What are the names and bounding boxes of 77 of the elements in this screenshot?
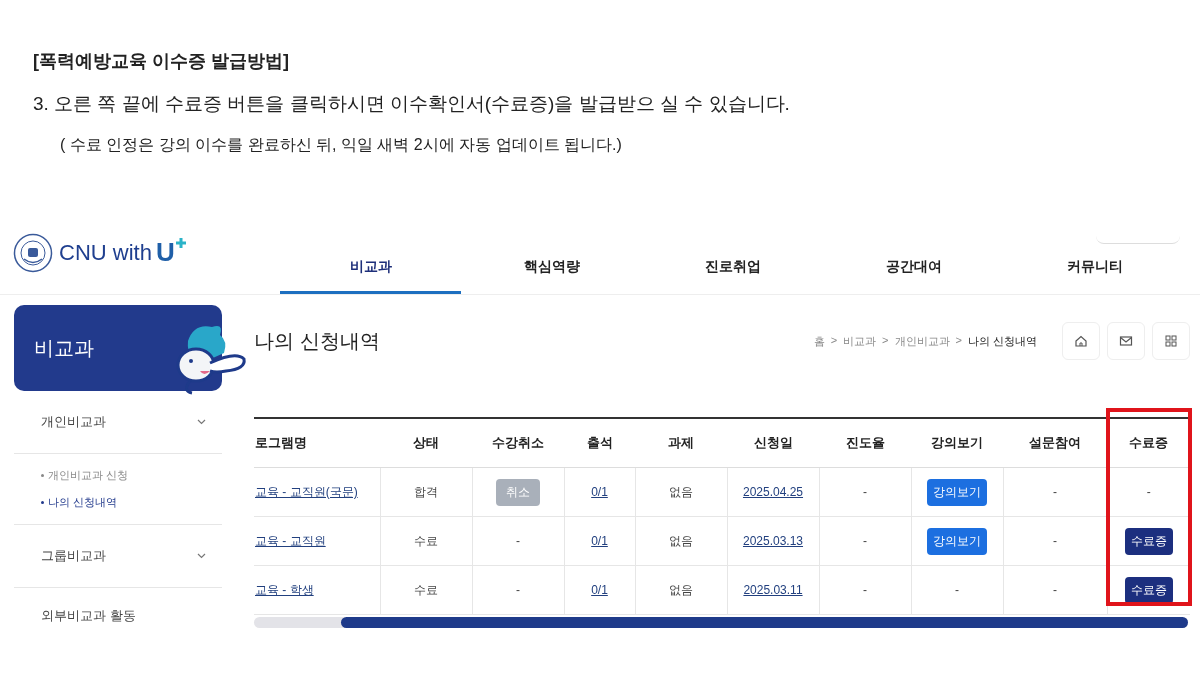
grid-icon — [1163, 333, 1179, 349]
chevron-down-icon — [197, 419, 206, 425]
chevron-down-icon — [197, 553, 206, 559]
breadcrumb-item[interactable]: 홈 — [813, 333, 825, 349]
table-link[interactable]: 2025.03.11 — [743, 583, 803, 597]
table-cell: - — [1053, 583, 1057, 597]
sidebar-menu-item[interactable]: 그룹비교과 — [14, 525, 222, 588]
menu-label: 개인비교과 — [41, 413, 106, 431]
breadcrumb-item[interactable]: 나의 신청내역 — [967, 333, 1037, 349]
table-cell: - — [863, 583, 867, 597]
table-cell: 수료 — [414, 582, 438, 597]
table-link[interactable]: 0/1 — [591, 534, 608, 548]
breadcrumb-separator: > — [830, 333, 838, 348]
table-cell: - — [863, 485, 867, 499]
table-link[interactable]: 교육 - 학생 — [255, 582, 314, 597]
sidebar-title: 비교과 — [34, 335, 94, 361]
table-link[interactable]: 교육 - 교직원 — [255, 533, 326, 548]
watch-lecture-button[interactable]: 강의보기 — [927, 478, 987, 506]
breadcrumb-item[interactable]: 비교과 — [843, 333, 877, 349]
watch-lecture-button[interactable]: 강의보기 — [927, 527, 987, 555]
instruction-text: 3. 오른 쪽 끝에 수료증 버튼을 클릭하시면 이수확인서(수료증)을 발급받으 실 수 있습니다. — [33, 94, 790, 113]
mail-icon — [1118, 333, 1134, 349]
table-cell: 없음 — [669, 533, 693, 548]
table-cell: 수료 — [414, 533, 438, 548]
column-header: 상태 — [380, 418, 472, 468]
table-cell: - — [516, 583, 520, 597]
breadcrumb-item[interactable]: 개인비교과 — [894, 333, 950, 349]
column-header: 신청일 — [727, 418, 819, 468]
column-header: 로그램명 — [254, 418, 380, 468]
table-cell: - — [955, 583, 959, 597]
table-link[interactable]: 0/1 — [591, 485, 608, 499]
column-header: 과제 — [635, 418, 727, 468]
note-text: ( 수료 인정은 강의 이수를 완료하신 뒤, 익일 새벽 2시에 자동 업데이트 됩니다.) — [60, 137, 622, 153]
table-cell: 없음 — [669, 484, 693, 499]
logo-text: CNU with — [59, 239, 152, 266]
table-link[interactable]: 2025.04.25 — [742, 485, 804, 499]
breadcrumb-separator: > — [882, 333, 889, 348]
table-link[interactable]: 교육 - 교직원(국문) — [255, 484, 358, 499]
table-cell: - — [516, 534, 520, 548]
column-header: 수강취소 — [472, 418, 564, 468]
table-link[interactable]: 0/1 — [591, 583, 608, 597]
logo-mark: U — [155, 237, 187, 268]
submenu-item[interactable]: 나의 신청내역 — [41, 495, 222, 510]
breadcrumb-separator: > — [955, 333, 962, 348]
table-cell: 없음 — [669, 582, 693, 597]
certificate-button[interactable]: 수료증 — [1124, 576, 1173, 604]
nav-tab[interactable]: 비교과 — [280, 233, 461, 294]
plus-icon — [174, 237, 187, 249]
table-cell: - — [1053, 485, 1057, 499]
bullet-icon — [41, 501, 44, 504]
bullet-icon — [41, 474, 44, 477]
university-emblem-icon — [13, 232, 53, 273]
home-button[interactable] — [1062, 322, 1100, 360]
table-cell: - — [1146, 485, 1151, 499]
column-header: 출석 — [564, 418, 635, 468]
submenu-item[interactable]: 개인비교과 신청 — [41, 468, 222, 483]
menu-label: 그룹비교과 — [41, 547, 106, 565]
certificate-button[interactable]: 수료증 — [1124, 527, 1173, 555]
column-header: 강의보기 — [911, 418, 1003, 468]
column-header: 설문참여 — [1003, 418, 1107, 468]
table-cell: 합격 — [414, 484, 438, 499]
column-header: 수료증 — [1107, 418, 1190, 468]
table-cell: - — [863, 534, 867, 548]
table-link[interactable]: 2025.03.13 — [742, 534, 804, 548]
page-title: 나의 신청내역 — [254, 328, 381, 354]
home-icon — [1073, 333, 1089, 349]
sidebar-menu-item[interactable]: 외부비교과 활동 — [14, 588, 222, 644]
nav-tab[interactable]: 핵심역량 — [461, 233, 642, 294]
sidebar-menu-item[interactable]: 개인비교과 — [14, 391, 222, 454]
mail-button[interactable] — [1107, 322, 1145, 360]
grid-button[interactable] — [1152, 322, 1190, 360]
nav-tab[interactable]: 진로취업 — [642, 233, 823, 294]
nav-tab[interactable]: 공간대여 — [823, 233, 1004, 294]
heading: [폭력예방교육 이수증 발급방법] — [33, 52, 289, 70]
table-cell: - — [1053, 534, 1057, 548]
nav-tab[interactable]: 커뮤니티 — [1004, 233, 1185, 294]
column-header: 진도율 — [819, 418, 911, 468]
